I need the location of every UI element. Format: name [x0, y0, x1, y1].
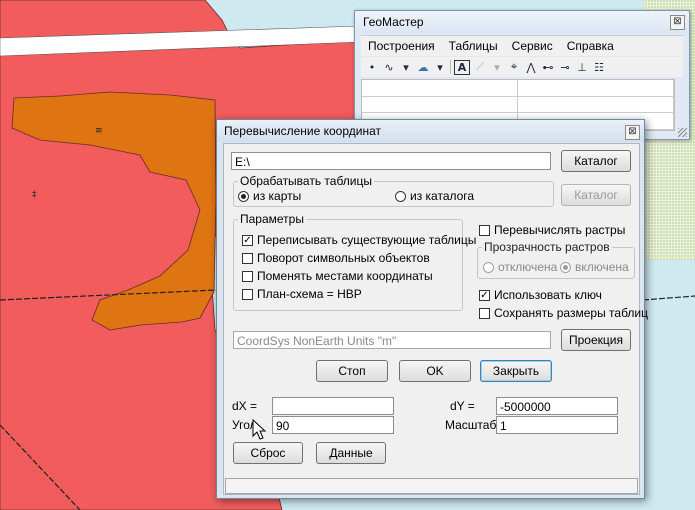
checkbox-icon: [479, 307, 490, 319]
close-icon[interactable]: ⊠: [670, 15, 685, 30]
checkmark-icon: ✓: [479, 289, 490, 301]
parameters-group: Параметры ✓ Переписывать существующие та…: [233, 212, 476, 311]
settings-icon[interactable]: ☷: [592, 61, 606, 74]
center-target-icon[interactable]: ⌖: [507, 60, 521, 74]
checkbox-use-key[interactable]: ✓ Использовать ключ: [479, 288, 602, 302]
process-tables-group: Обрабатывать таблицы из карты из каталог…: [233, 174, 554, 207]
dropdown-arrow-icon[interactable]: ▾: [490, 61, 504, 74]
close-icon[interactable]: ⊠: [625, 125, 640, 140]
radio-from-catalog[interactable]: из каталога: [395, 189, 474, 203]
checkbox-swap-coordinates[interactable]: Поменять местами координаты: [242, 269, 433, 283]
node-edit-icon[interactable]: ⊷: [541, 61, 555, 74]
toolbar-separator: [450, 60, 451, 74]
dy-label: dY =: [450, 399, 475, 413]
grid-cell: [518, 80, 674, 97]
status-bar: [225, 478, 638, 494]
polyline-tool-icon[interactable]: ∿: [382, 61, 396, 74]
close-button[interactable]: Закрыть: [480, 360, 552, 382]
checkbox-label: Поворот символьных объектов: [257, 251, 430, 265]
stop-button[interactable]: Стоп: [316, 360, 388, 382]
process-tables-legend: Обрабатывать таблицы: [238, 174, 374, 188]
checkbox-label: Поменять местами координаты: [257, 269, 433, 283]
checkbox-icon: [242, 270, 253, 282]
grid-cell: [518, 96, 674, 114]
geomaster-menubar: Построения Таблицы Сервис Справка: [361, 35, 683, 56]
mouse-cursor-icon: [252, 419, 267, 440]
dx-input[interactable]: [272, 397, 394, 415]
path-input[interactable]: E:\: [231, 152, 551, 170]
scale-label: Масштаб: [445, 418, 497, 432]
recalc-dialog[interactable]: Перевычисление координат ⊠ E:\ Каталог О…: [216, 119, 648, 499]
menu-item-constructions[interactable]: Построения: [361, 39, 442, 53]
perpendicular-icon[interactable]: ⊥: [575, 61, 589, 74]
dy-input[interactable]: -5000000: [496, 397, 618, 415]
transparency-legend: Прозрачность растров: [482, 240, 612, 254]
projection-button[interactable]: Проекция: [561, 329, 631, 351]
radio-label: включена: [575, 260, 629, 274]
radio-transparency-off[interactable]: отключена: [483, 260, 557, 274]
point-tool-icon[interactable]: •: [365, 61, 379, 74]
split-line-icon[interactable]: ⊸: [558, 61, 572, 74]
checkbox-icon: [479, 224, 490, 236]
radio-label: отключена: [498, 260, 558, 274]
radio-from-catalog-label: из каталога: [410, 189, 475, 203]
checkbox-plan-scheme[interactable]: План-схема = НВР: [242, 287, 362, 301]
checkbox-label: Сохранять размеры таблиц: [494, 306, 648, 320]
parameters-legend: Параметры: [238, 212, 306, 226]
data-button[interactable]: Данные: [316, 442, 386, 464]
checkbox-label: План-схема = НВР: [257, 287, 362, 301]
radio-transparency-on[interactable]: включена: [560, 260, 629, 274]
radio-icon: [395, 190, 406, 202]
grid-cell: [362, 96, 518, 114]
checkbox-keep-table-sizes[interactable]: Сохранять размеры таблиц: [479, 306, 648, 320]
grid-cell: [362, 80, 518, 97]
radio-icon: [483, 261, 494, 273]
vertex-tool-icon[interactable]: ⋀: [524, 61, 538, 74]
checkmark-icon: ✓: [242, 234, 253, 246]
scale-input[interactable]: 1: [496, 416, 618, 434]
checkbox-overwrite-tables[interactable]: ✓ Переписывать существующие таблицы: [242, 233, 476, 247]
catalog-button-disabled[interactable]: Каталог: [561, 184, 631, 206]
radio-from-map[interactable]: из карты: [238, 189, 301, 203]
dropdown-arrow-icon[interactable]: ▾: [433, 61, 447, 74]
radio-from-map-label: из карты: [253, 189, 302, 203]
map-symbol: ≡: [95, 126, 103, 136]
catalog-button[interactable]: Каталог: [561, 150, 631, 172]
text-tool-icon[interactable]: A: [454, 59, 470, 75]
map-symbol-2: ‡: [32, 190, 37, 200]
geomaster-tools: • ∿ ▾ ☁ ▾ A ⟋ ▾ ⌖ ⋀ ⊷ ⊸ ⊥ ☷: [361, 57, 683, 77]
checkbox-label: Переписывать существующие таблицы: [257, 233, 477, 247]
menu-item-help[interactable]: Справка: [560, 39, 621, 53]
menu-item-service[interactable]: Сервис: [505, 39, 560, 53]
checkbox-recompute-rasters[interactable]: Перевычислять растры: [479, 223, 625, 237]
checkbox-icon: [242, 288, 253, 300]
reset-button[interactable]: Сброс: [233, 442, 303, 464]
brush-tool-icon[interactable]: ⟋: [473, 60, 487, 74]
checkbox-label: Использовать ключ: [494, 288, 602, 302]
transparency-group: Прозрачность растров отключена включена: [477, 240, 635, 279]
menu-item-tables[interactable]: Таблицы: [442, 39, 505, 53]
coordsys-field[interactable]: CoordSys NonEarth Units "m": [233, 331, 551, 349]
angle-input[interactable]: 90: [272, 416, 394, 434]
region-tool-icon[interactable]: ☁: [416, 61, 430, 74]
geomaster-title: ГеоМастер: [355, 11, 689, 33]
dropdown-arrow-icon[interactable]: ▾: [399, 61, 413, 74]
radio-icon: [238, 190, 249, 202]
ok-button[interactable]: OK: [399, 360, 471, 382]
checkbox-label: Перевычислять растры: [494, 223, 626, 237]
checkbox-icon: [242, 252, 253, 264]
dialog-client: E:\ Каталог Обрабатывать таблицы из карт…: [223, 143, 648, 495]
dx-label: dX =: [232, 399, 258, 413]
resize-grip-icon[interactable]: [678, 128, 687, 137]
radio-icon: [560, 261, 571, 273]
checkbox-rotate-symbols[interactable]: Поворот символьных объектов: [242, 251, 430, 265]
dialog-title: Перевычисление координат: [217, 120, 644, 142]
